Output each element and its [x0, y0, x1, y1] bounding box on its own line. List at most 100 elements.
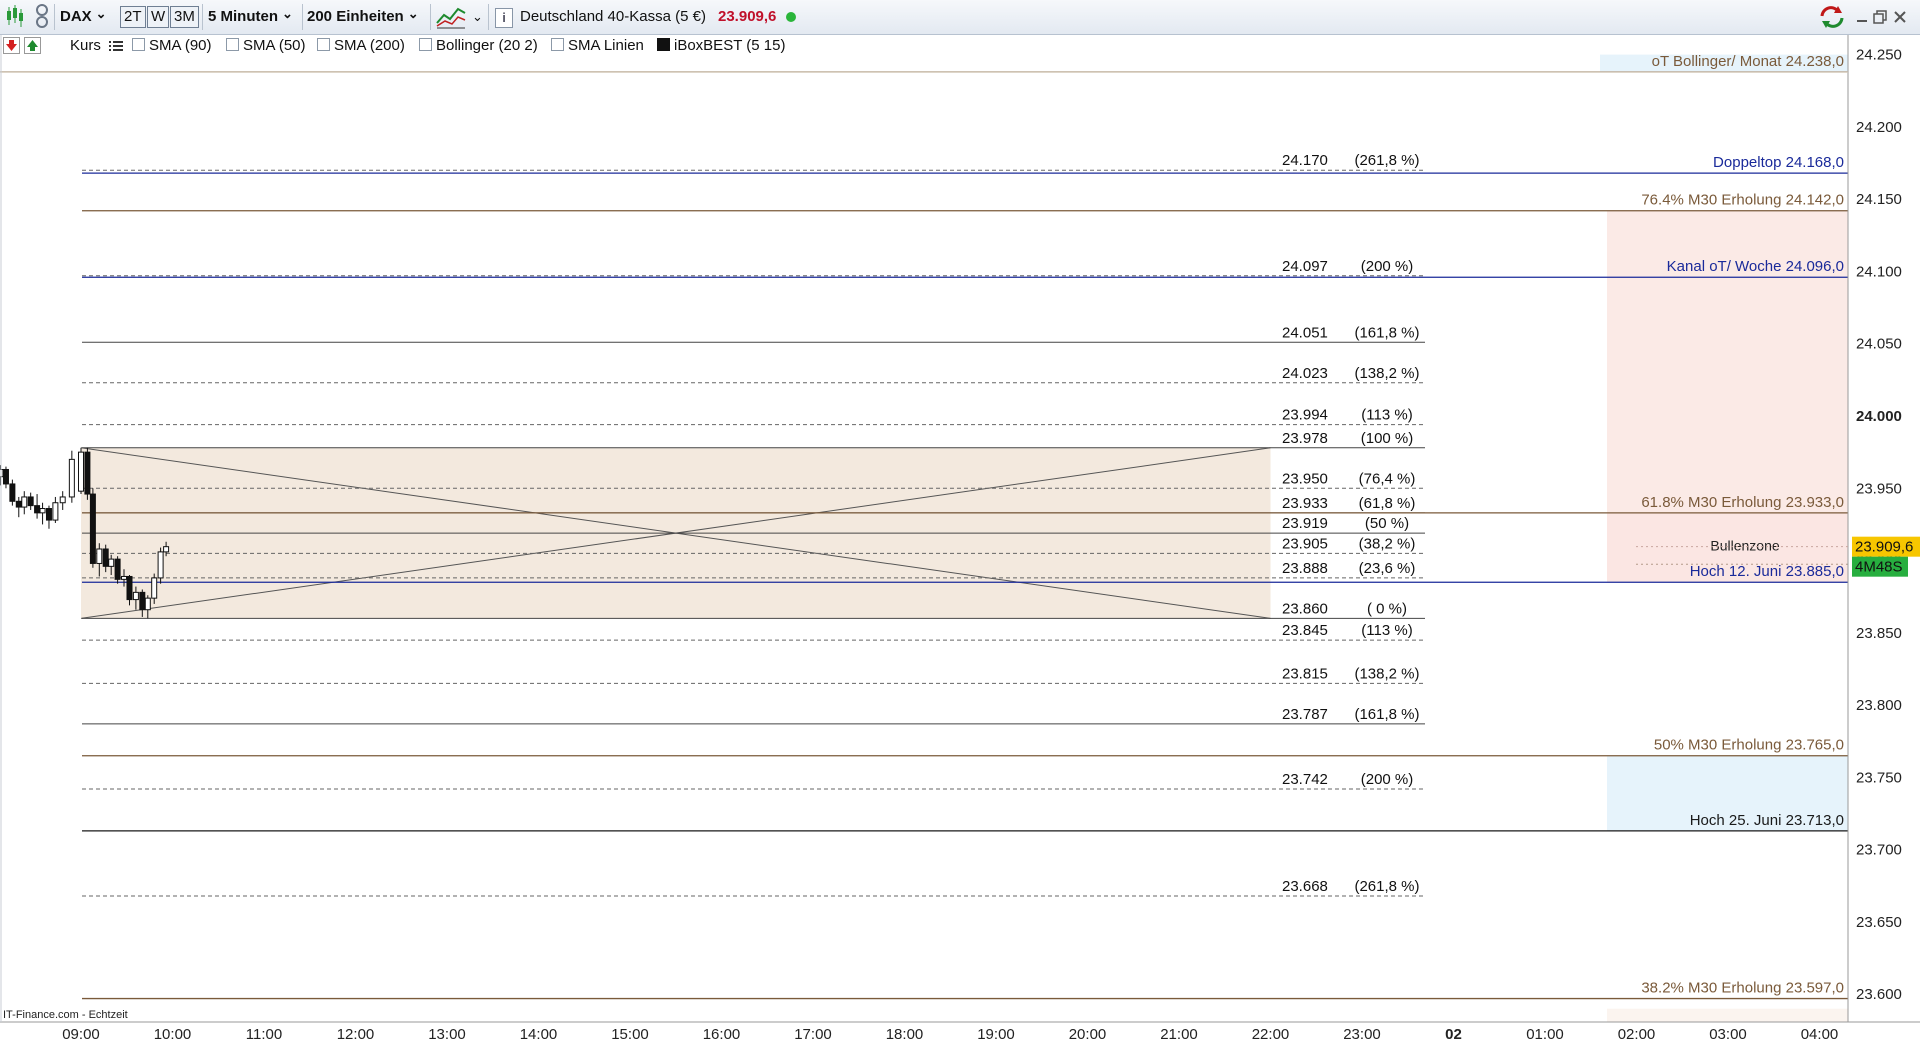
y-axis-tick-label: 23.700	[1856, 842, 1902, 859]
candle-body	[39, 508, 46, 514]
candle-body	[102, 548, 109, 567]
candle-body	[132, 591, 139, 601]
fib-level-percent: (61,8 %)	[1359, 495, 1416, 512]
candle-body	[126, 575, 133, 601]
fib-level-value: 23.845	[1282, 622, 1328, 639]
y-axis-tick-label: 23.850	[1856, 625, 1902, 642]
x-axis-tick-label: 01:00	[1526, 1026, 1564, 1043]
candle-body	[45, 508, 52, 521]
fib-level-percent: (261,8 %)	[1354, 878, 1419, 895]
fib-level-value: 23.994	[1282, 407, 1328, 424]
fib-level-value: 23.860	[1282, 600, 1328, 617]
candle-body	[2, 468, 9, 485]
zone-rect	[1607, 210, 1848, 513]
y-axis-tick-label: 23.600	[1856, 986, 1902, 1003]
annotation-label: 50% M30 Erholung 23.765,0	[1654, 737, 1844, 754]
fib-level-percent: (200 %)	[1361, 771, 1414, 788]
candle-body	[114, 558, 121, 580]
fib-level-value: 23.905	[1282, 535, 1328, 552]
candle-body	[151, 577, 158, 599]
candle-body	[163, 546, 170, 553]
fib-level-value: 24.051	[1282, 324, 1328, 341]
candle-body	[52, 502, 59, 521]
annotation-label: Hoch 25. Juni 23.713,0	[1690, 812, 1844, 829]
y-axis-tick-label: 24.050	[1856, 336, 1902, 353]
candle-body	[121, 575, 128, 580]
zone-label: Bullenzone	[1710, 538, 1779, 554]
zone-rect	[1607, 1008, 1848, 1022]
fib-level-percent: (138,2 %)	[1354, 665, 1419, 682]
candle-body	[9, 483, 16, 502]
candle-body	[78, 451, 84, 492]
fib-level-percent: ( 0 %)	[1367, 600, 1407, 617]
y-axis-panel	[1848, 35, 1920, 1022]
annotation-label: Doppeltop 24.168,0	[1713, 154, 1844, 171]
fib-level-percent: (23,6 %)	[1359, 560, 1416, 577]
x-axis-tick-label: 09:00	[62, 1026, 100, 1043]
x-axis-tick-label: 18:00	[886, 1026, 924, 1043]
x-axis-tick-label: 12:00	[337, 1026, 375, 1043]
candle-body	[59, 496, 66, 504]
fib-level-value: 23.668	[1282, 878, 1328, 895]
fib-level-value: 24.170	[1282, 152, 1328, 169]
fib-level-percent: (38,2 %)	[1359, 535, 1416, 552]
x-axis-tick-label: 15:00	[611, 1026, 649, 1043]
x-axis-tick-label: 10:00	[154, 1026, 192, 1043]
x-axis-tick-label: 04:00	[1801, 1026, 1839, 1043]
x-axis-tick-label: 21:00	[1160, 1026, 1198, 1043]
fib-level-percent: (113 %)	[1361, 407, 1412, 424]
fib-level-value: 24.023	[1282, 365, 1328, 382]
annotation-label: 61.8% M30 Erholung 23.933,0	[1641, 494, 1844, 511]
y-axis-tick-label: 23.750	[1856, 769, 1902, 786]
fib-level-value: 23.888	[1282, 560, 1328, 577]
candle-body	[139, 591, 146, 611]
fib-level-percent: (200 %)	[1361, 258, 1414, 275]
fib-level-percent: (113 %)	[1361, 622, 1412, 639]
y-axis-tick-label: 24.200	[1856, 119, 1902, 136]
candle-body	[84, 451, 91, 495]
fib-level-value: 23.919	[1282, 515, 1328, 532]
x-axis-tick-label: 11:00	[246, 1026, 282, 1043]
annotation-label: 38.2% M30 Erholung 23.597,0	[1641, 980, 1844, 997]
candle-body	[96, 548, 103, 564]
current-price-label: 23.909,6	[1855, 539, 1913, 556]
annotation-label: oT Bollinger/ Monat 24.238,0	[1652, 53, 1844, 70]
source-note: IT-Finance.com - Echtzeit	[3, 1009, 128, 1021]
y-axis-tick-label: 23.800	[1856, 697, 1902, 714]
candle-body	[21, 496, 28, 508]
annotation-label: 76.4% M30 Erholung 24.142,0	[1641, 192, 1844, 209]
fib-level-percent: (138,2 %)	[1354, 365, 1419, 382]
x-axis-tick-label: 14:00	[520, 1026, 558, 1043]
candle-body	[27, 496, 34, 507]
x-axis-tick-label: 17:00	[794, 1026, 832, 1043]
fib-level-percent: (161,8 %)	[1354, 706, 1419, 723]
x-axis-tick-label: 22:00	[1252, 1026, 1290, 1043]
fib-level-value: 23.815	[1282, 665, 1328, 682]
y-axis-tick-label: 23.650	[1856, 914, 1902, 931]
countdown-label: 4M48S	[1855, 559, 1903, 576]
candle-body	[108, 558, 115, 567]
y-axis-tick-label: 23.950	[1856, 480, 1902, 497]
y-axis-tick-label: 24.150	[1856, 191, 1902, 208]
x-axis-tick-label: 02:00	[1618, 1026, 1656, 1043]
fib-level-value: 23.978	[1282, 430, 1328, 447]
fib-level-percent: (100 %)	[1361, 430, 1414, 447]
candle-body	[68, 458, 75, 498]
x-axis-tick-label: 19:00	[977, 1026, 1015, 1043]
fib-level-percent: (261,8 %)	[1354, 152, 1419, 169]
y-axis-tick-label: 24.250	[1856, 47, 1902, 64]
annotation-label: Hoch 12. Juni 23.885,0	[1690, 563, 1844, 580]
x-axis-tick-label: 16:00	[703, 1026, 741, 1043]
price-chart[interactable]: Bullenzone 24.170 (261,8 %) 24.097 (200 %) 2…	[0, 0, 1920, 1046]
candle-body	[15, 500, 22, 508]
fib-level-percent: (161,8 %)	[1354, 324, 1419, 341]
fib-level-percent: (50 %)	[1365, 515, 1409, 532]
y-axis-tick-label: 24.000	[1856, 408, 1902, 425]
fib-level-value: 23.950	[1282, 470, 1328, 487]
fib-level-value: 23.742	[1282, 771, 1328, 788]
fib-level-value: 24.097	[1282, 258, 1328, 275]
fib-level-percent: (76,4 %)	[1359, 470, 1416, 487]
candle-body	[144, 597, 151, 611]
y-axis-tick-label: 24.100	[1856, 263, 1902, 280]
x-axis-tick-label: 20:00	[1069, 1026, 1107, 1043]
